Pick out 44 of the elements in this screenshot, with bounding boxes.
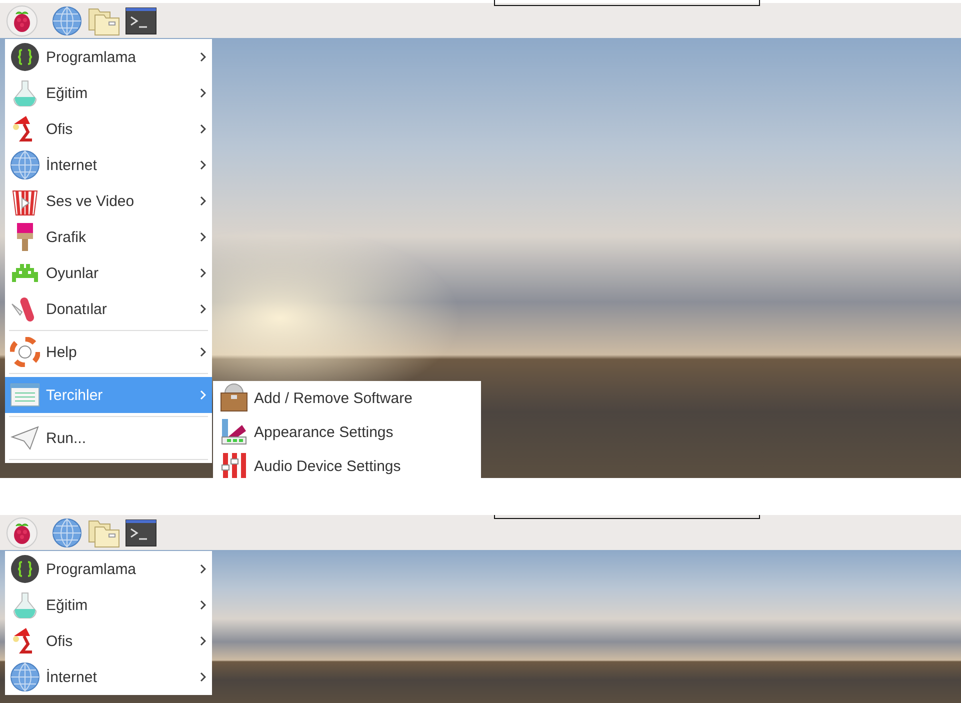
menu-item[interactable]: Add / Remove Software — [213, 381, 481, 415]
terminal-icon[interactable] — [125, 4, 157, 36]
menu-item[interactable]: Programlama — [5, 551, 212, 587]
chevron-right-icon — [200, 196, 206, 206]
globe-icon[interactable] — [51, 4, 83, 36]
menu-item[interactable]: Oyunlar — [5, 255, 212, 291]
chevron-right-icon — [200, 124, 206, 134]
chevron-right-icon — [200, 232, 206, 242]
chevron-right-icon — [200, 304, 206, 314]
chevron-right-icon — [200, 160, 206, 170]
globe-icon — [10, 150, 40, 180]
menu-item[interactable]: Ses ve Video — [5, 183, 212, 219]
menu-item[interactable]: Appearance Settings — [213, 415, 481, 449]
chevron-right-icon — [200, 347, 206, 357]
menu-item[interactable]: Run... — [5, 420, 212, 456]
menu-item[interactable]: Ofis — [5, 623, 212, 659]
chevron-right-icon — [200, 564, 206, 574]
menu-item[interactable]: Grafik — [5, 219, 212, 255]
raspberry-icon[interactable] — [6, 4, 38, 36]
menu-item[interactable]: Audio Device Settings — [213, 449, 481, 478]
chevron-right-icon — [200, 268, 206, 278]
menu-item[interactable]: Programlama — [5, 39, 212, 75]
braces-icon — [10, 42, 40, 72]
menu-item[interactable]: İnternet — [5, 147, 212, 183]
raspberry-icon[interactable] — [6, 516, 38, 548]
menu-item[interactable]: Ofis — [5, 111, 212, 147]
menu-item[interactable]: İnternet — [5, 659, 212, 695]
package-icon — [219, 383, 249, 413]
globe-icon — [10, 662, 40, 692]
braces-icon — [10, 554, 40, 584]
terminal-icon[interactable] — [125, 516, 157, 548]
chevron-right-icon — [200, 672, 206, 682]
globe-icon[interactable] — [51, 516, 83, 548]
menu-item[interactable]: Eğitim — [5, 75, 212, 111]
menu-item[interactable]: Eğitim — [5, 587, 212, 623]
menu-item[interactable]: Donatılar — [5, 291, 212, 327]
lifebuoy-icon — [10, 337, 40, 367]
menu-item[interactable]: Help — [5, 334, 212, 370]
chevron-right-icon — [200, 88, 206, 98]
chevron-right-icon — [200, 390, 206, 400]
palette-icon — [219, 417, 249, 447]
chevron-right-icon — [200, 52, 206, 62]
chevron-right-icon — [200, 636, 206, 646]
chevron-right-icon — [200, 600, 206, 610]
